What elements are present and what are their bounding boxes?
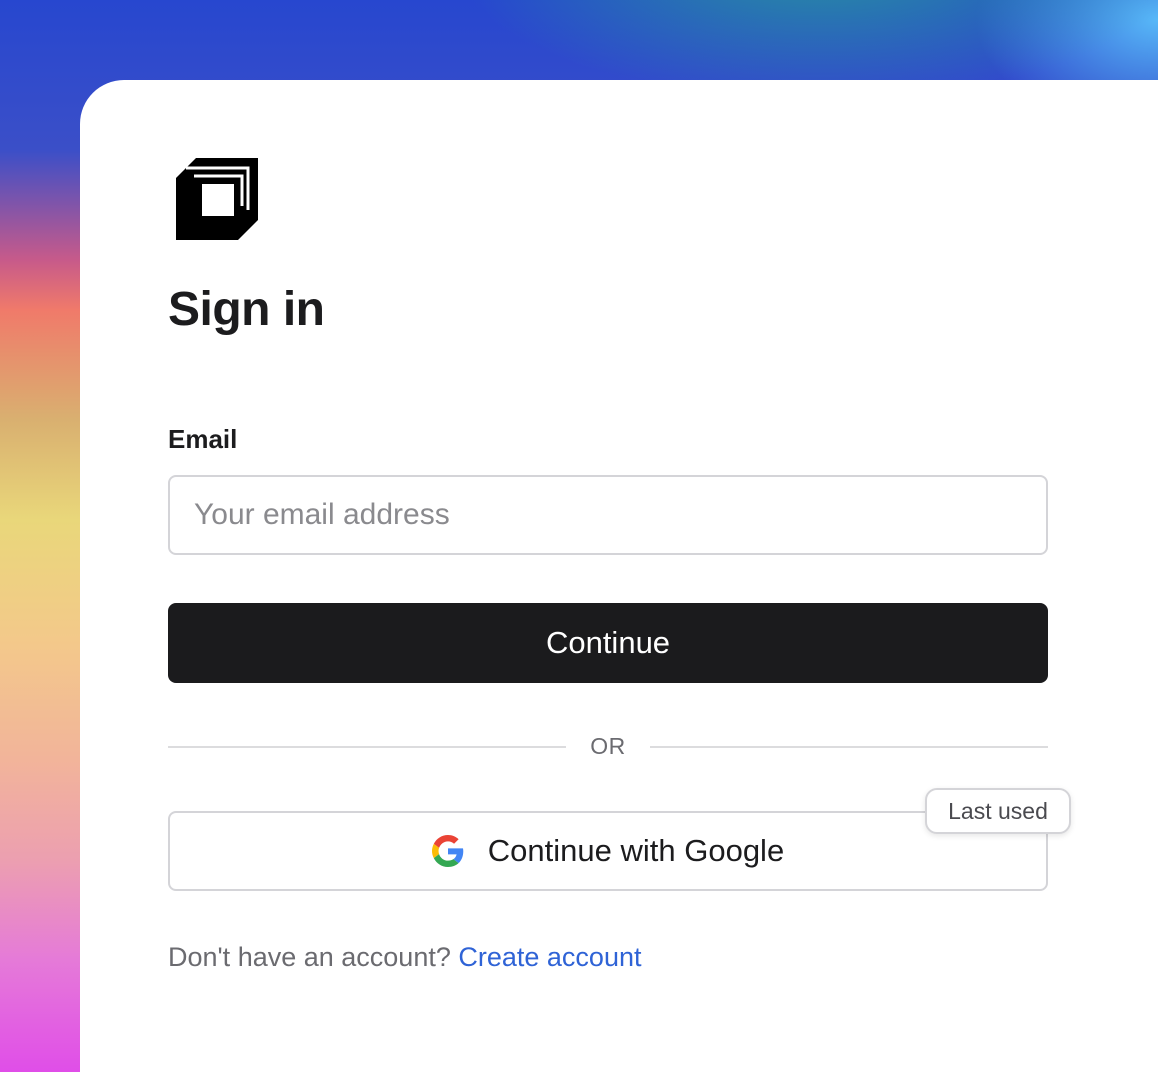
last-used-badge: Last used [925,788,1071,834]
divider-or: OR [590,733,626,759]
signup-prompt-text: Don't have an account? [168,942,451,972]
divider-line-left [168,746,566,748]
continue-with-google-button[interactable]: Continue with Google [168,811,1048,891]
continue-button[interactable]: Continue [168,603,1048,683]
page-title: Sign in [168,283,325,336]
brand-logo-icon [176,158,258,240]
google-icon [431,835,464,867]
email-field[interactable] [168,475,1048,555]
google-button-label: Continue with Google [487,833,785,868]
create-account-link[interactable]: Create account [458,942,641,972]
signup-prompt: Don't have an account? Create account [168,942,641,973]
email-label: Email [168,424,238,454]
divider-line-right [650,746,1048,748]
